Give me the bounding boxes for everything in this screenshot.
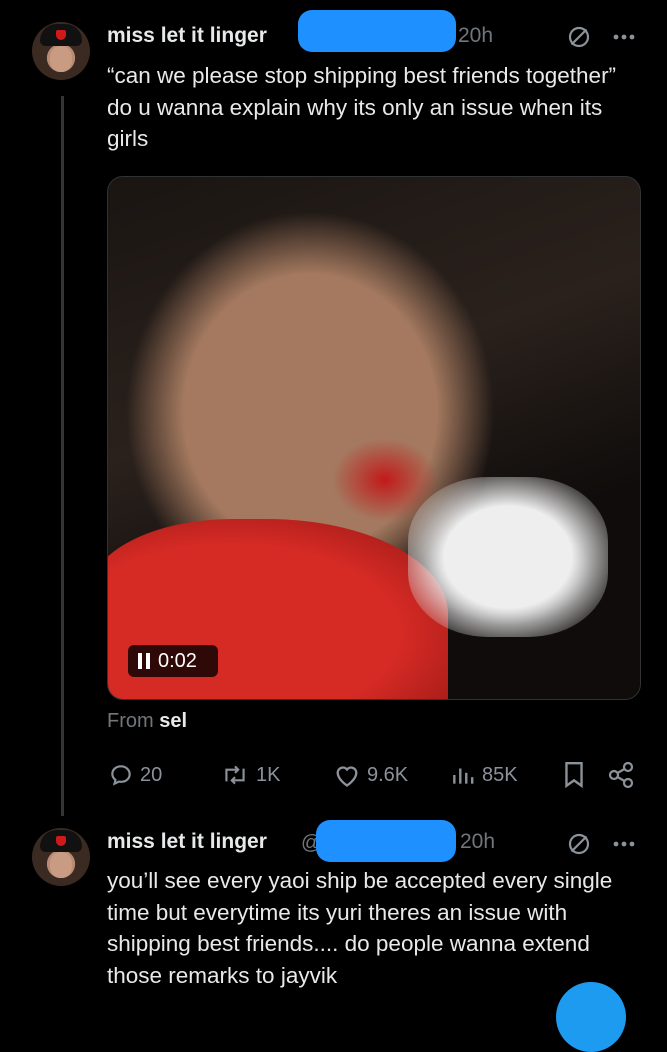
more-icon[interactable] bbox=[612, 835, 636, 853]
tweet-text: “can we please stop shipping best friend… bbox=[107, 63, 617, 151]
avatar[interactable] bbox=[32, 22, 90, 80]
redaction-mark bbox=[316, 820, 456, 862]
reply-button[interactable]: 20 bbox=[108, 760, 162, 790]
thread-line bbox=[61, 96, 64, 816]
bookmark-icon[interactable] bbox=[563, 761, 585, 789]
no-entry-icon[interactable] bbox=[568, 833, 590, 855]
repost-icon bbox=[225, 765, 245, 785]
like-button[interactable]: 9.6K bbox=[333, 760, 408, 790]
reply-icon bbox=[111, 765, 131, 786]
share-icon[interactable] bbox=[606, 760, 636, 790]
repost-button[interactable]: 1K bbox=[220, 760, 280, 790]
repost-count: 1K bbox=[256, 763, 281, 786]
from-prefix: From bbox=[107, 710, 154, 732]
like-icon bbox=[336, 766, 358, 787]
compose-button[interactable] bbox=[556, 982, 626, 1052]
video-player[interactable] bbox=[107, 176, 641, 700]
reply-count: 20 bbox=[140, 763, 163, 786]
hat-graphic bbox=[40, 830, 82, 852]
video-timer[interactable]: 0:02 bbox=[128, 645, 218, 677]
like-count: 9.6K bbox=[367, 763, 409, 786]
views-button[interactable]: 85K bbox=[450, 760, 518, 790]
redaction-mark bbox=[298, 10, 456, 52]
from-user[interactable]: sel bbox=[159, 710, 187, 732]
tweet-text: you’ll see every yaoi ship be accepted e… bbox=[107, 868, 613, 988]
pause-icon bbox=[138, 653, 150, 669]
video-timestamp: 0:02 bbox=[158, 650, 197, 672]
from-attribution[interactable]: From sel bbox=[107, 710, 187, 733]
no-entry-icon[interactable] bbox=[568, 26, 590, 48]
views-icon bbox=[453, 768, 474, 784]
display-name[interactable]: miss let it linger bbox=[107, 830, 267, 854]
more-icon[interactable] bbox=[612, 28, 636, 46]
timestamp[interactable]: 20h bbox=[458, 24, 493, 48]
hat-graphic bbox=[40, 24, 82, 46]
display-name[interactable]: miss let it linger bbox=[107, 24, 267, 48]
views-count: 85K bbox=[482, 763, 518, 786]
avatar[interactable] bbox=[32, 828, 90, 886]
timestamp[interactable]: 20h bbox=[460, 830, 495, 854]
